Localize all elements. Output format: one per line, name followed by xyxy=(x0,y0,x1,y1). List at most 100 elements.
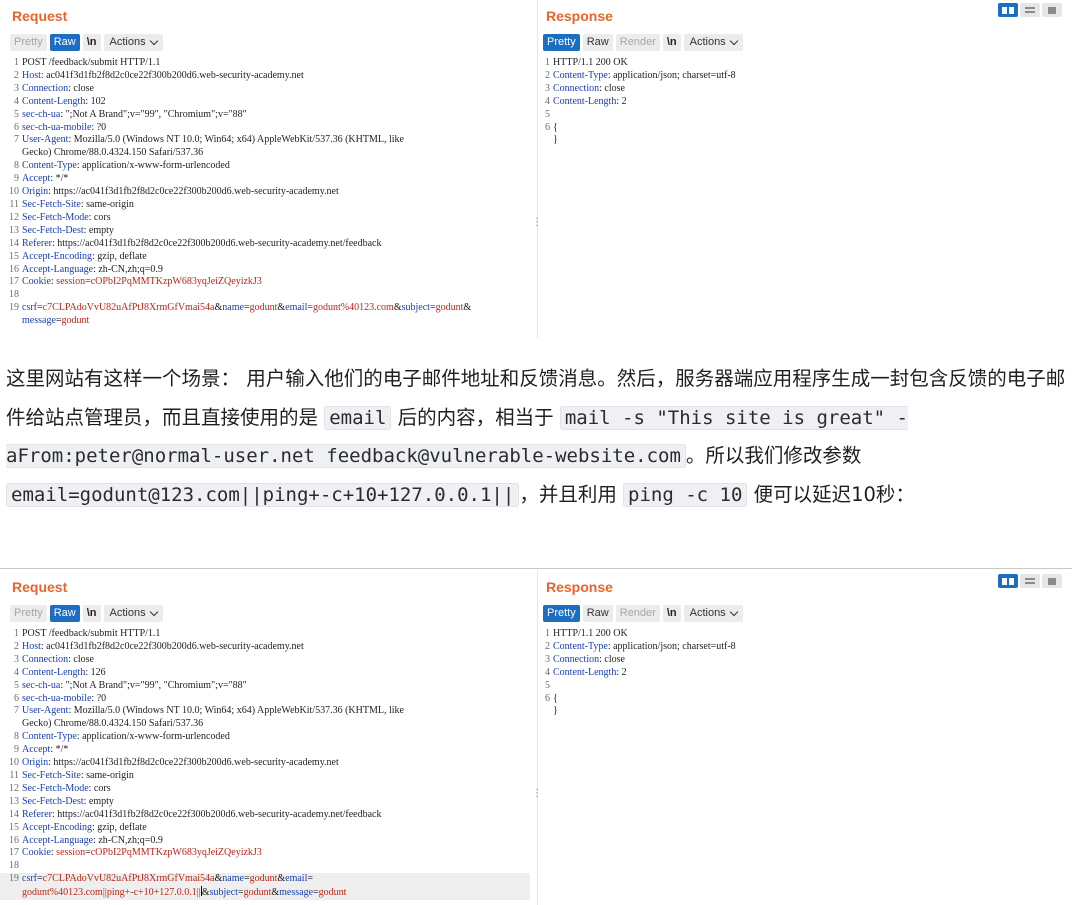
line-number: 13 xyxy=(9,795,19,807)
newline-toggle[interactable]: \n xyxy=(662,604,681,622)
code-line: 3 Connection: close xyxy=(541,83,1072,96)
split-vertical-icon[interactable] xyxy=(1020,574,1040,588)
tab-render[interactable]: Render xyxy=(615,33,660,51)
line-number xyxy=(541,134,553,147)
line-content: Sec-Fetch-Mode: cors xyxy=(22,783,530,796)
code-token: : */* xyxy=(50,744,69,756)
code-token: cOPbI2PqMMTKzpW683yqJeiZQeyizkJ3 xyxy=(90,847,262,859)
pane-divider[interactable] xyxy=(537,571,538,905)
actions-dropdown[interactable]: Actions xyxy=(103,604,163,622)
line-number: 5 xyxy=(545,108,550,120)
code-token: Sec-Fetch-Site xyxy=(22,198,81,210)
response-editor[interactable]: 1 HTTP/1.1 200 OK 2 Content-Type: applicati… xyxy=(541,628,1072,718)
code-line: 18 xyxy=(0,860,530,873)
tab-pretty[interactable]: Pretty xyxy=(543,604,580,622)
line-content: Content-Length: 2 xyxy=(553,667,1072,680)
code-token: POST /feedback/submit HTTP/1.1 xyxy=(22,57,161,68)
actions-label: Actions xyxy=(689,35,726,48)
line-number: 12 xyxy=(9,211,19,223)
tab-raw[interactable]: Raw xyxy=(49,604,80,622)
drag-handle-icon[interactable]: ⋮ xyxy=(532,218,542,228)
tab-raw[interactable]: Raw xyxy=(582,604,613,622)
code-line: 1 HTTP/1.1 200 OK xyxy=(541,57,1072,70)
code-token: : empty xyxy=(83,224,114,236)
drag-handle-icon[interactable]: ⋮ xyxy=(532,789,542,799)
code-line: 10 Origin: https://ac041f3d1fb2f8d2c0ce22… xyxy=(0,186,530,199)
code-token: Cookie xyxy=(22,847,51,859)
line-content: } xyxy=(553,705,1072,718)
line-number: 18 xyxy=(9,289,19,301)
newline-toggle[interactable]: \n xyxy=(82,604,101,622)
single-pane-icon[interactable] xyxy=(1042,574,1062,588)
code-token: csrf xyxy=(22,302,37,314)
code-line: 5 xyxy=(541,680,1072,693)
request-editor[interactable]: 1 POST /feedback/submit HTTP/1.1 2 Host: ac… xyxy=(0,57,530,328)
single-pane-icon[interactable] xyxy=(1042,3,1062,17)
code-token: message xyxy=(279,887,314,899)
line-content: csrf=c7CLPAdoVvU82uAfPtJ8XrmGfVmai54a&na… xyxy=(22,873,530,900)
code-token: : Mozilla/5.0 (Windows NT 10.0; Win64; x… xyxy=(22,705,404,730)
line-number: 8 xyxy=(14,160,19,172)
actions-dropdown[interactable]: Actions xyxy=(683,33,743,51)
code-line: } xyxy=(541,134,1072,147)
code-line: 5 sec-ch-ua: ";Not A Brand";v="99", "Chro… xyxy=(0,109,530,122)
code-token: Accept xyxy=(22,173,51,185)
response-toolbar: Pretty Raw Render \n Actions xyxy=(543,33,743,51)
code-token: : https://ac041f3d1fb2f8d2c0ce22f300b200… xyxy=(51,237,382,249)
line-number: 2 xyxy=(14,69,19,81)
line-content: sec-ch-ua: ";Not A Brand";v="99", "Chrom… xyxy=(22,680,530,693)
code-token: Accept-Encoding xyxy=(22,250,92,262)
line-content: Content-Length: 126 xyxy=(22,667,530,680)
request-toolbar: Pretty Raw \n Actions xyxy=(10,604,163,622)
line-number: 10 xyxy=(9,186,19,198)
line-number: 18 xyxy=(9,860,19,872)
chevron-down-icon xyxy=(729,36,738,45)
actions-dropdown[interactable]: Actions xyxy=(103,33,163,51)
code-token: : application/json; charset=utf-8 xyxy=(607,69,736,81)
newline-toggle[interactable]: \n xyxy=(662,33,681,51)
code-token: : https://ac041f3d1fb2f8d2c0ce22f300b200… xyxy=(48,757,339,769)
line-content xyxy=(22,289,530,302)
code-token: Content-Type xyxy=(553,640,608,652)
tab-pretty[interactable]: Pretty xyxy=(10,604,47,622)
split-horizontal-icon[interactable] xyxy=(998,574,1018,588)
response-editor[interactable]: 1 HTTP/1.1 200 OK 2 Content-Type: applicati… xyxy=(541,57,1072,147)
tab-render[interactable]: Render xyxy=(615,604,660,622)
line-number: 2 xyxy=(545,640,550,652)
line-content: sec-ch-ua-mobile: ?0 xyxy=(22,122,530,135)
prose-text-5: 便可以延迟10秒： xyxy=(747,482,915,506)
code-token: email xyxy=(285,873,308,885)
line-number: 6 xyxy=(14,121,19,133)
split-vertical-icon[interactable] xyxy=(1020,3,1040,17)
line-number: 3 xyxy=(14,82,19,94)
line-content: Host: ac041f3d1fb2f8d2c0ce22f300b200d6.w… xyxy=(22,70,530,83)
tab-raw[interactable]: Raw xyxy=(582,33,613,51)
code-token: POST /feedback/submit HTTP/1.1 xyxy=(22,628,161,639)
code-line: 17 Cookie: session=cOPbI2PqMMTKzpW683yqJe… xyxy=(0,847,530,860)
code-token: & xyxy=(201,887,210,899)
line-content: HTTP/1.1 200 OK xyxy=(553,628,1072,641)
code-line: 2 Content-Type: application/json; charset… xyxy=(541,70,1072,83)
pane-divider[interactable] xyxy=(537,0,538,338)
tab-raw[interactable]: Raw xyxy=(49,33,80,51)
code-line: 11 Sec-Fetch-Site: same-origin xyxy=(0,770,530,783)
prose-text-3: 。所以我们修改参数 xyxy=(685,444,862,467)
split-horizontal-icon[interactable] xyxy=(998,3,1018,17)
newline-toggle[interactable]: \n xyxy=(82,33,101,51)
line-content: Connection: close xyxy=(22,654,530,667)
code-token: : cors xyxy=(88,782,111,794)
line-content: Connection: close xyxy=(553,83,1072,96)
line-content: sec-ch-ua-mobile: ?0 xyxy=(22,693,530,706)
code-token: : close xyxy=(68,82,94,94)
actions-label: Actions xyxy=(109,606,146,619)
code-token: : gzip, deflate xyxy=(91,821,147,833)
tab-pretty[interactable]: Pretty xyxy=(10,33,47,51)
code-line: 12 Sec-Fetch-Mode: cors xyxy=(0,783,530,796)
line-content: Content-Type: application/x-www-form-url… xyxy=(22,731,530,744)
request-title: Request xyxy=(12,8,68,24)
code-token: sec-ch-ua xyxy=(22,108,61,120)
code-line: 1 POST /feedback/submit HTTP/1.1 xyxy=(0,628,530,641)
request-editor[interactable]: 1 POST /feedback/submit HTTP/1.1 2 Host: ac… xyxy=(0,628,530,901)
tab-pretty[interactable]: Pretty xyxy=(543,33,580,51)
actions-dropdown[interactable]: Actions xyxy=(683,604,743,622)
